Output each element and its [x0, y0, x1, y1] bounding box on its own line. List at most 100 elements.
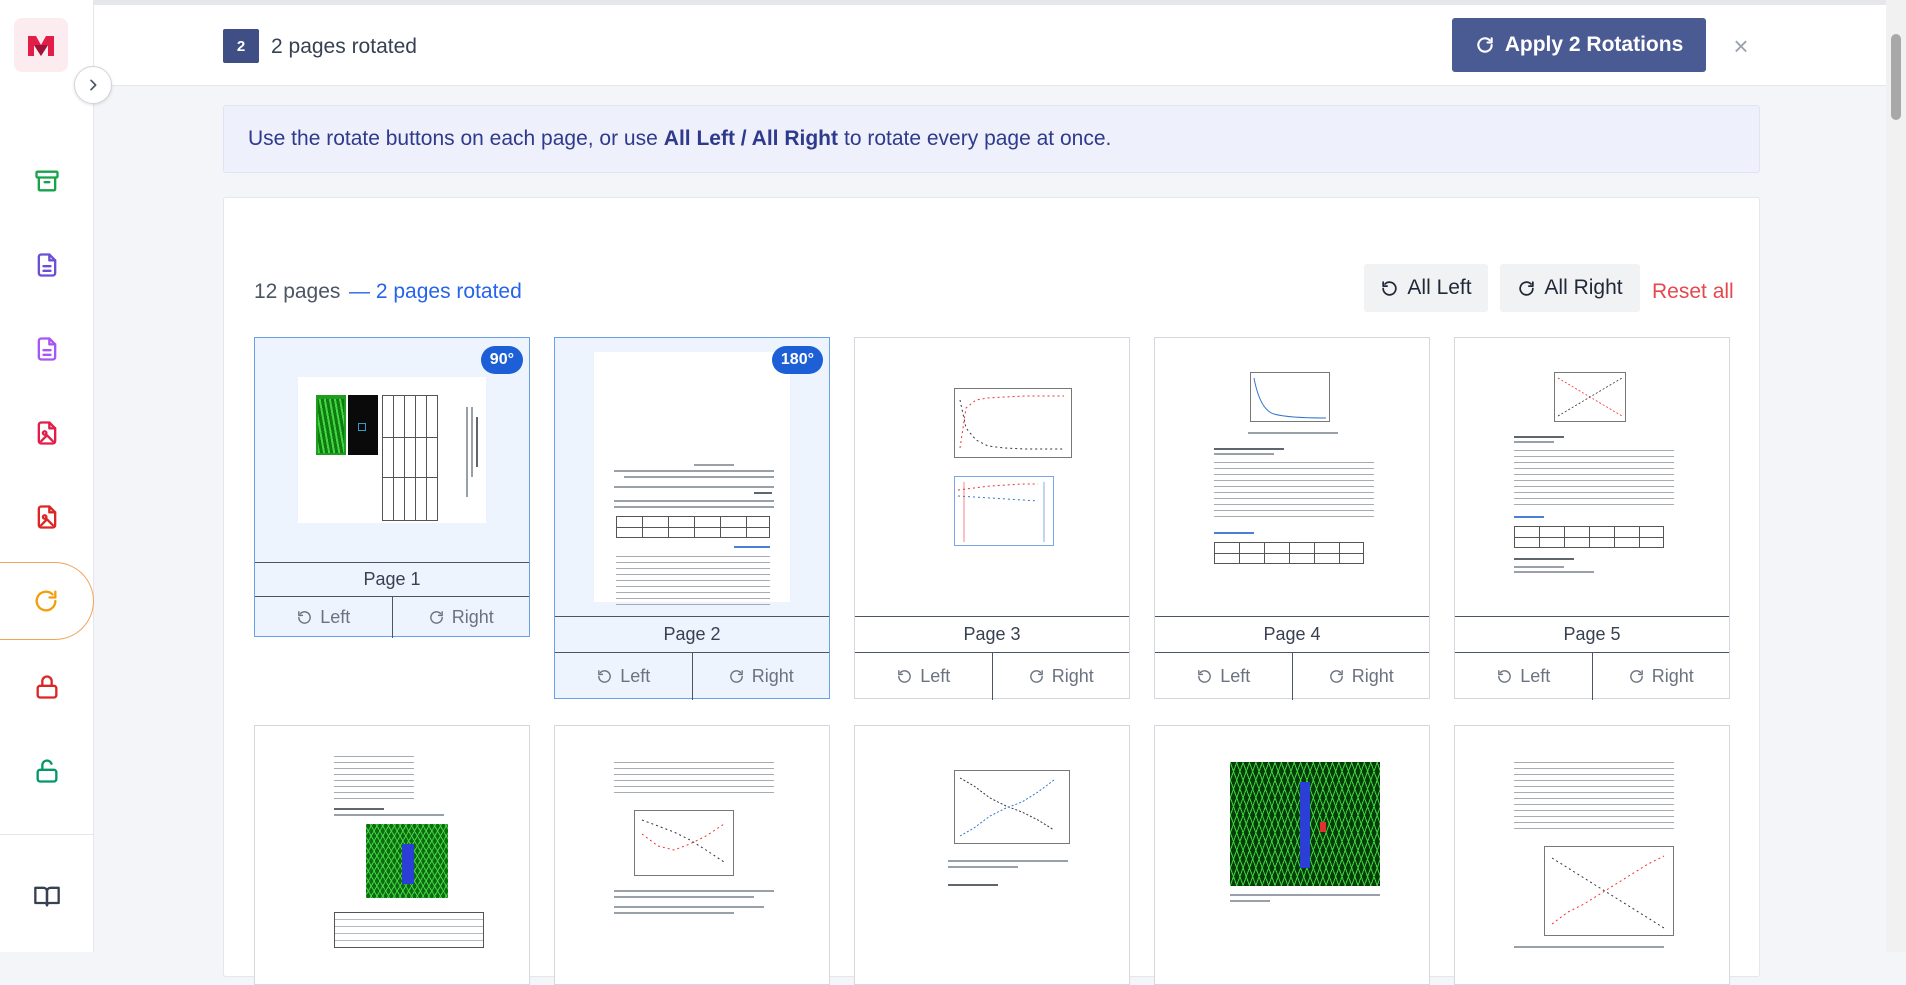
page-label-3: Page 3	[855, 616, 1129, 652]
unlock-icon	[36, 759, 58, 783]
rotate-left-icon	[1498, 670, 1512, 683]
page-thumbnail-6	[255, 726, 529, 962]
page-scrollbar-thumb[interactable]	[1891, 34, 1901, 120]
page-label-1: Page 1	[255, 562, 529, 596]
rotate-right-icon	[1029, 670, 1043, 683]
page-tile-1[interactable]: 90° Page 1 Left Right	[254, 337, 530, 638]
sidebar-item-image-file[interactable]	[0, 403, 94, 463]
sidebar-item-image-file-alt[interactable]	[0, 487, 94, 547]
sidebar-item-document[interactable]	[0, 235, 94, 295]
banner-bold-text: All Left / All Right	[663, 127, 838, 150]
rotated-status-text: 2 pages rotated	[271, 35, 417, 58]
close-button[interactable]: ×	[1726, 31, 1756, 61]
rotate-right-label: Right	[1651, 666, 1694, 686]
all-left-button[interactable]: All Left	[1364, 264, 1488, 312]
all-left-label: All Left	[1407, 276, 1472, 299]
page-thumbnail-3	[855, 338, 1129, 616]
rotate-right-button-2[interactable]: Right	[691, 653, 830, 700]
rotate-icon	[35, 590, 56, 612]
rotate-left-icon	[598, 670, 612, 683]
rotate-left-icon	[298, 611, 312, 624]
rotate-right-label: Right	[1351, 666, 1394, 686]
rotation-badge-2: 180°	[771, 346, 823, 374]
rotate-left-button-3[interactable]: Left	[855, 653, 992, 700]
reset-all-link[interactable]: Reset all	[1652, 280, 1734, 304]
rotate-left-label: Left	[1520, 666, 1551, 686]
page-thumbnail-2	[555, 338, 829, 616]
sidebar	[0, 0, 94, 952]
rotate-right-icon	[729, 670, 743, 683]
all-right-label: All Right	[1544, 276, 1623, 299]
rotate-left-button-4[interactable]: Left	[1155, 653, 1292, 700]
page-label-4: Page 4	[1155, 616, 1429, 652]
rotate-left-label: Left	[920, 666, 951, 686]
page-tile-9[interactable]	[1154, 725, 1430, 985]
sidebar-item-rotate[interactable]	[0, 562, 94, 640]
close-icon: ×	[1733, 30, 1749, 61]
page-tile-7[interactable]	[554, 725, 830, 985]
page-tile-4[interactable]: Page 4 Left Right	[1154, 337, 1430, 700]
apply-rotations-label: Apply 2 Rotations	[1504, 33, 1684, 56]
page-thumbnail-8	[855, 726, 1129, 960]
document-icon	[37, 337, 57, 361]
logo-icon	[28, 36, 54, 56]
lock-icon	[36, 675, 58, 699]
page-tile-5[interactable]: Page 5 Left Right	[1454, 337, 1730, 700]
rotation-toolbar: 2 2 pages rotated Apply 2 Rotations ×	[94, 0, 1886, 86]
image-file-icon	[37, 421, 57, 445]
page-tile-3[interactable]: Page 3 Left Right	[854, 337, 1130, 700]
all-right-button[interactable]: All Right	[1500, 264, 1640, 312]
apply-rotations-button[interactable]: Apply 2 Rotations	[1452, 18, 1706, 72]
banner-text-after: to rotate every page at once.	[844, 127, 1112, 150]
page-scrollbar[interactable]	[1886, 0, 1906, 952]
rotation-badge-1: 90°	[480, 346, 523, 374]
chevron-right-icon	[90, 79, 97, 91]
rotate-right-icon	[1629, 670, 1643, 683]
rotate-right-button-5[interactable]: Right	[1591, 653, 1730, 700]
sidebar-expand-button[interactable]	[74, 66, 112, 104]
page-tile-6[interactable]	[254, 725, 530, 985]
rotate-right-label: Right	[751, 666, 794, 686]
app-logo[interactable]	[14, 18, 68, 72]
page-thumbnail-5	[1455, 338, 1729, 616]
page-thumbnail-4	[1155, 338, 1429, 616]
page-thumbnail-9	[1155, 726, 1429, 956]
sidebar-item-lock[interactable]	[0, 657, 94, 717]
pages-card: 12 pages — 2 pages rotated All Left All …	[223, 197, 1760, 985]
rotate-left-label: Left	[620, 666, 651, 686]
sidebar-item-document-alt[interactable]	[0, 319, 94, 379]
page-tile-8[interactable]	[854, 725, 1130, 985]
rotate-right-button-1[interactable]: Right	[391, 597, 530, 638]
page-tile-2[interactable]: 180° Page 2 Left Right	[554, 337, 830, 700]
pages-count: 12 pages	[254, 280, 341, 303]
rotate-right-icon	[1519, 280, 1535, 296]
page-actions-2: Left Right	[555, 652, 829, 700]
pages-rotated-summary: — 2 pages rotated	[349, 280, 522, 303]
rotate-left-button-5[interactable]: Left	[1455, 653, 1592, 700]
sidebar-item-archive[interactable]	[0, 151, 94, 211]
page-label-5: Page 5	[1455, 616, 1729, 652]
sidebar-item-docs[interactable]	[0, 866, 94, 926]
page-actions-5: Left Right	[1455, 652, 1729, 700]
sidebar-item-unlock[interactable]	[0, 741, 94, 801]
rotate-right-label: Right	[1051, 666, 1094, 686]
rotate-icon	[1477, 37, 1493, 53]
image-file-icon	[37, 505, 57, 529]
banner-text-before: Use the rotate buttons on each page, or …	[248, 127, 658, 150]
rotate-right-button-4[interactable]: Right	[1291, 653, 1430, 700]
page-actions-3: Left Right	[855, 652, 1129, 700]
rotate-right-label: Right	[451, 607, 494, 627]
rotate-left-icon	[1382, 280, 1398, 296]
rotate-left-button-1[interactable]: Left	[255, 597, 392, 638]
page-thumbnail-7	[555, 726, 829, 962]
page-actions-4: Left Right	[1155, 652, 1429, 700]
rotate-right-button-3[interactable]: Right	[991, 653, 1130, 700]
rotate-left-label: Left	[320, 607, 351, 627]
sidebar-divider	[0, 834, 94, 835]
rotate-left-button-2[interactable]: Left	[555, 653, 692, 700]
archive-icon	[35, 170, 59, 192]
page-thumbnail-10	[1455, 726, 1729, 962]
page-tile-10[interactable]	[1454, 725, 1730, 985]
document-icon	[37, 253, 57, 277]
rotated-count-badge: 2	[223, 29, 259, 63]
